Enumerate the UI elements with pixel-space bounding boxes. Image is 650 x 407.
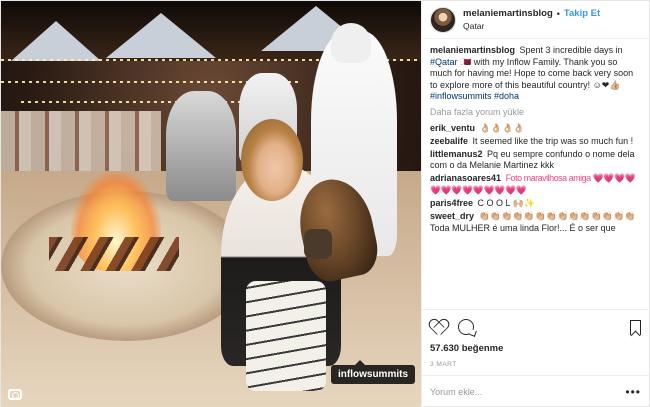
bookmark-icon[interactable] <box>630 319 641 335</box>
load-more-comments-button[interactable]: Daha fazla yorum yükle <box>430 107 641 119</box>
comment-bubble-icon[interactable] <box>458 319 474 335</box>
caption-username[interactable]: melaniemartinsblog <box>430 45 515 55</box>
man-ghutra <box>331 23 371 63</box>
header-separator: • <box>556 8 560 19</box>
post-side-panel: melaniemartinsblog • Takip Et Qatar mela… <box>421 1 649 407</box>
post-photo[interactable]: inflowsummits <box>1 1 421 407</box>
comment-username[interactable]: zeebalife <box>430 136 468 146</box>
follow-button[interactable]: Takip Et <box>564 8 600 20</box>
comment-text: C O O L 🙌🏼✨ <box>477 198 536 209</box>
comment: zeebalife It seemed like the trip was so… <box>430 136 641 148</box>
comment-text: It seemed like the trip was so much fun … <box>472 135 634 146</box>
caption-text: 🇶🇦 with my Inflow Family. Thank you so m… <box>430 56 634 90</box>
comment: littlemanus2 Pq eu sempre confundo o nom… <box>430 149 641 172</box>
comment-username[interactable]: paris4free <box>430 198 473 208</box>
add-comment-input[interactable] <box>430 387 600 397</box>
woman-head <box>241 119 303 201</box>
instagram-post: inflowsummits melaniemartinsblog • Takip… <box>0 0 650 407</box>
caption-text: Spent 3 incredible days in <box>517 45 623 55</box>
fire-logs <box>49 237 179 271</box>
comment-username[interactable]: littlemanus2 <box>430 149 483 159</box>
post-date[interactable]: 3 MART <box>430 361 641 375</box>
post-header: melaniemartinsblog • Takip Et Qatar <box>422 1 649 39</box>
comment: adrianasoares41 Foto maravilhosa amiga 💗… <box>430 173 641 196</box>
action-bar: 57.630 beğenme 3 MART <box>422 309 649 375</box>
avatar[interactable] <box>430 6 456 33</box>
striped-scarf <box>246 281 326 391</box>
comment: sweet_dry 👏🏼👏🏼👏🏼👏🏼👏🏼👏🏼👏🏼👏🏼👏🏼👏🏼👏🏼👏🏼👏🏼👏🏼 T… <box>430 211 641 234</box>
comments-section: melaniemartinsblog Spent 3 incredible da… <box>422 39 649 309</box>
comment: paris4free C O O L 🙌🏼✨ <box>430 198 641 210</box>
comment-username[interactable]: erik_ventu <box>430 123 475 133</box>
caption: melaniemartinsblog Spent 3 incredible da… <box>430 45 641 103</box>
location-link[interactable]: Qatar <box>463 20 600 32</box>
falconry-glove <box>304 229 332 259</box>
comment-username[interactable]: adrianasoares41 <box>430 173 501 183</box>
heart-icon[interactable] <box>430 320 446 335</box>
add-comment-bar: ••• <box>422 375 649 407</box>
header-username[interactable]: melaniemartinsblog <box>463 8 553 20</box>
more-options-icon[interactable]: ••• <box>625 386 641 398</box>
header-text: melaniemartinsblog • Takip Et Qatar <box>463 8 600 32</box>
likes-count[interactable]: 57.630 beğenme <box>430 343 641 354</box>
hashtag-link[interactable]: #inflowsummits #doha <box>430 91 519 101</box>
majlis-cushions <box>1 111 161 171</box>
comment-text: 👌🏼👌🏼👌🏼👌🏼 <box>479 122 525 133</box>
comment: erik_ventu 👌🏼👌🏼👌🏼👌🏼 <box>430 123 641 135</box>
photo-user-tag[interactable]: inflowsummits <box>331 360 416 384</box>
seated-man <box>166 91 236 201</box>
user-tag-icon[interactable] <box>8 389 22 400</box>
action-icons <box>430 316 641 338</box>
header-row: melaniemartinsblog • Takip Et <box>463 8 600 20</box>
hashtag-link[interactable]: #Qatar <box>430 57 458 67</box>
comment-username[interactable]: sweet_dry <box>430 211 474 221</box>
